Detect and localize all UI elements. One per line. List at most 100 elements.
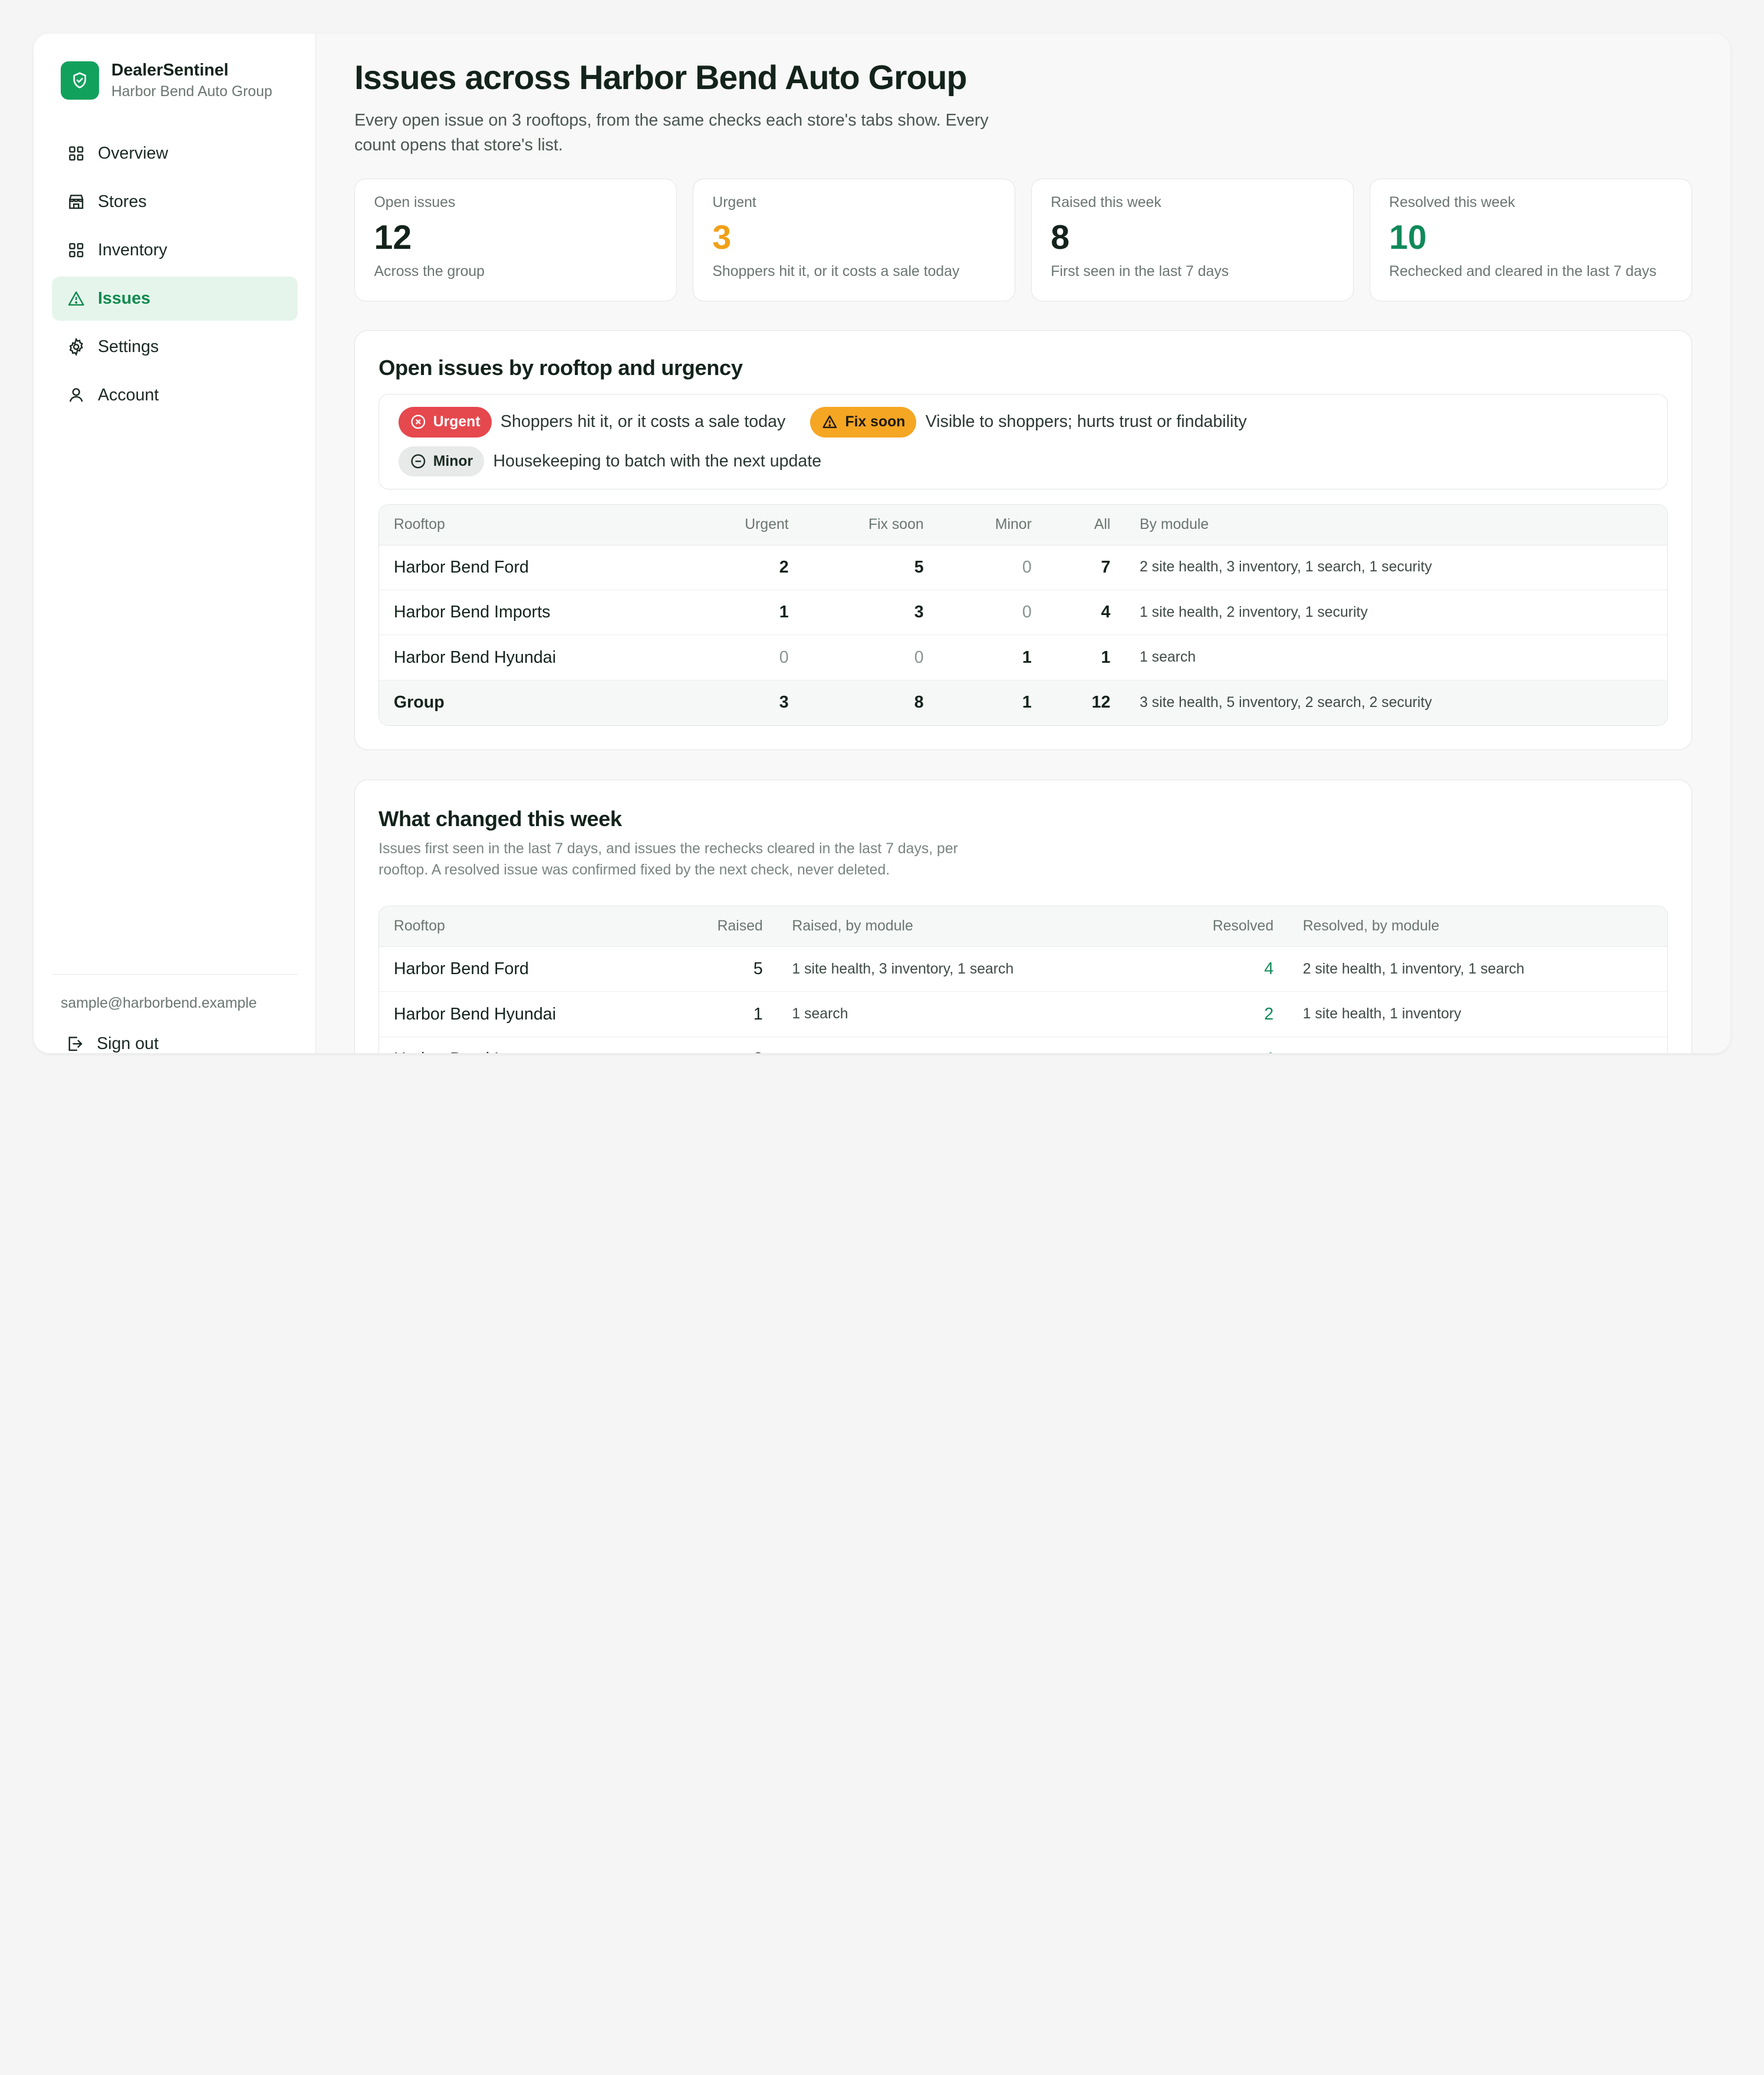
minor-description: Housekeeping to batch with the next upda… [493,452,822,471]
stat-value: 10 [1389,218,1427,257]
table-row[interactable]: Harbor Bend Ford 5 1 site health, 3 inve… [379,947,1667,992]
page-description: Every open issue on 3 rooftops, from the… [354,111,989,155]
minor-badge: Minor [398,446,485,477]
stat-label: Urgent [712,195,756,211]
user-email: sample@harborbend.example [61,995,257,1011]
sidebar-nav: Overview Stores Inventory Issues Setting… [51,131,298,417]
stat-note: Shoppers hit it, or it costs a sale toda… [712,264,960,280]
urgency-panel-title: Open issues by rooftop and urgency [379,356,743,380]
col-rooftop: Rooftop [379,906,670,948]
stat-value: 3 [712,218,732,257]
table-row[interactable]: Harbor Bend Hyundai 0 0 1 1 1 search [379,635,1667,680]
group-minor-count: 1 [938,680,1046,726]
stat-card-raised[interactable]: Raised this week 8 First seen in the las… [1031,178,1354,301]
sidebar-item-issues[interactable]: Issues [51,277,298,321]
sidebar-item-label: Overview [97,143,169,163]
sidebar-item-label: Account [97,386,159,405]
shield-check-icon [61,61,99,100]
stat-note: Across the group [374,264,485,280]
all-count[interactable]: 7 [1046,545,1125,591]
sidebar-item-label: Settings [97,337,159,356]
stat-cards: Open issues 12 Across the group Urgent 3… [354,178,1692,301]
sidebar-item-account[interactable]: Account [52,373,298,417]
legend-row: Urgent Shoppers hit it, or it costs a sa… [398,407,1648,438]
table-row[interactable]: Harbor Bend Hyundai 1 1 search 2 1 site … [379,992,1667,1037]
raised-count[interactable]: 2 [669,1037,777,1053]
rooftop-name[interactable]: Harbor Bend Imports [379,590,706,636]
col-all: All [1046,505,1125,545]
table-row-group-total: Group 3 8 1 12 3 site health, 5 inventor… [379,680,1667,726]
urgency-legend: Urgent Shoppers hit it, or it costs a sa… [379,394,1668,490]
module-breakdown: 1 search [1125,635,1667,680]
sidebar-item-label: Issues [97,288,151,308]
module-breakdown: 2 site health, 3 inventory, 1 search, 1 … [1125,545,1667,591]
raised-module-breakdown: 1 search [777,992,1176,1037]
raised-count[interactable]: 1 [669,992,778,1037]
raised-module-breakdown: 1 site health, 3 inventory, 1 search [777,947,1176,992]
urgent-count[interactable]: 1 [705,590,804,636]
urgency-table: Rooftop Urgent Fix soon Minor All By mod… [379,504,1668,726]
resolved-count[interactable]: 4 [1176,947,1288,992]
group-all-count: 12 [1046,680,1125,726]
fix-soon-badge-label: Fix soon [845,413,906,430]
col-resolved: Resolved [1176,906,1288,948]
changes-table: Rooftop Raised Raised, by module Resolve… [379,906,1668,1054]
table-row[interactable]: Harbor Bend Imports 2 2 inventory 4 2 si… [379,1037,1667,1053]
minor-count[interactable]: 0 [938,590,1046,636]
sign-out-button[interactable]: Sign out [52,1034,298,1053]
resolved-module-breakdown: 1 site health, 1 inventory [1288,992,1667,1037]
main-content: Issues across Harbor Bend Auto Group Eve… [316,34,1730,1054]
stat-value: 12 [374,218,412,257]
stat-label: Resolved this week [1389,195,1515,211]
fix-soon-count[interactable]: 3 [803,590,939,636]
resolved-module-breakdown: 2 site health, 1 inventory, 1 search [1288,1037,1667,1053]
brand[interactable]: DealerSentinel Harbor Bend Auto Group [52,61,298,100]
changes-panel-description: Issues first seen in the last 7 days, an… [379,840,958,879]
col-by-module: By module [1125,505,1667,545]
grid-icon [68,146,83,161]
rooftop-name[interactable]: Harbor Bend Ford [379,545,706,591]
all-count[interactable]: 4 [1046,590,1125,636]
brand-name: DealerSentinel [111,61,229,80]
app-window: DealerSentinel Harbor Bend Auto Group Ov… [34,34,1730,1054]
sidebar-item-overview[interactable]: Overview [52,131,298,175]
group-module-breakdown: 3 site health, 5 inventory, 2 search, 2 … [1125,680,1667,726]
minor-count[interactable]: 1 [938,635,1046,680]
module-breakdown: 1 site health, 2 inventory, 1 security [1125,590,1667,636]
col-raised-by-module: Raised, by module [777,906,1176,948]
all-count[interactable]: 1 [1046,635,1125,680]
stat-card-urgent[interactable]: Urgent 3 Shoppers hit it, or it costs a … [692,178,1016,301]
urgent-count[interactable]: 0 [705,635,804,680]
sidebar-item-label: Inventory [97,240,167,259]
rooftop-name[interactable]: Harbor Bend Hyundai [379,635,706,680]
user-icon [69,388,83,402]
fix-soon-count[interactable]: 0 [803,635,939,680]
col-urgent: Urgent [705,505,804,545]
sign-out-label: Sign out [97,1034,159,1053]
table-row[interactable]: Harbor Bend Imports 1 3 0 4 1 site healt… [379,590,1667,636]
resolved-count[interactable]: 2 [1176,992,1288,1037]
gear-icon [69,337,83,357]
urgent-count[interactable]: 2 [705,545,804,591]
sidebar-item-stores[interactable]: Stores [52,180,298,223]
sidebar-item-settings[interactable]: Settings [52,325,298,369]
rooftop-name[interactable]: Harbor Bend Hyundai [379,992,670,1037]
table-header-row: Rooftop Urgent Fix soon Minor All By mod… [379,505,1667,545]
stat-card-resolved[interactable]: Resolved this week 10 Rechecked and clea… [1369,178,1692,301]
sidebar-item-inventory[interactable]: Inventory [52,228,298,272]
sidebar-item-label: Stores [97,192,147,211]
sidebar: DealerSentinel Harbor Bend Auto Group Ov… [34,34,317,1054]
rooftop-name[interactable]: Harbor Bend Ford [379,947,670,992]
fix-soon-count[interactable]: 5 [803,545,939,591]
sign-out-icon [68,1037,83,1051]
raised-count[interactable]: 5 [669,947,778,992]
rooftop-name[interactable]: Harbor Bend Imports [379,1037,669,1053]
resolved-count[interactable]: 4 [1176,1037,1288,1053]
urgent-description: Shoppers hit it, or it costs a sale toda… [500,412,786,432]
x-circle-icon [411,415,425,429]
stat-card-open-issues[interactable]: Open issues 12 Across the group [354,178,677,301]
alert-triangle-icon [68,291,84,306]
minor-count[interactable]: 0 [938,545,1046,591]
changes-panel-title: What changed this week [379,807,622,831]
table-row[interactable]: Harbor Bend Ford 2 5 0 7 2 site health, … [379,545,1667,591]
